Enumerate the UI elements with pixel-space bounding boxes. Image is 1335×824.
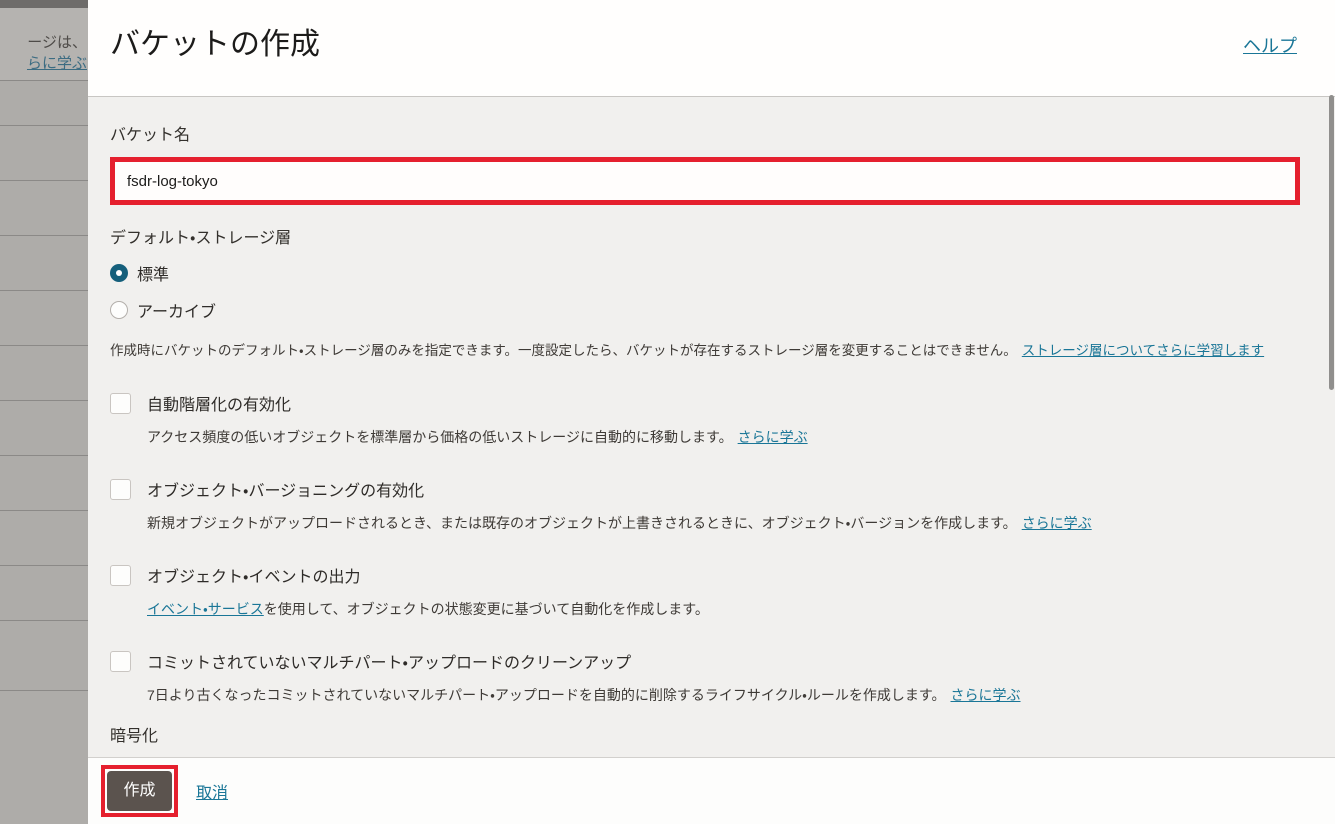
create-button[interactable]: 作成 <box>107 771 172 811</box>
learn-more-link[interactable]: さらに学ぶ <box>951 687 1021 703</box>
checkbox-unchecked-icon[interactable] <box>110 651 131 672</box>
storage-tier-description: 作成時にバケットのデフォルト・ストレージ層のみを指定できます。一度設定したら、バ… <box>110 340 1300 361</box>
bucket-name-annotation-box <box>110 157 1300 205</box>
multipart-cleanup-checkbox-row[interactable]: コミットされていないマルチパート・アップロードのクリーンアップ <box>110 649 631 673</box>
auto-tiering-group: 自動階層化の有効化 アクセス頻度の低いオブジェクトを標準層から価格の低いストレー… <box>110 391 1300 447</box>
object-versioning-group: オブジェクト・バージョニングの有効化 新規オブジェクトがアップロードされるとき、… <box>110 477 1300 533</box>
storage-tier-option-standard[interactable]: 標準 <box>110 261 169 285</box>
create-button-annotation-box: 作成 <box>101 765 178 817</box>
bucket-name-input[interactable] <box>115 173 1295 190</box>
radio-unselected-icon[interactable] <box>110 301 128 319</box>
checkbox-unchecked-icon[interactable] <box>110 565 131 586</box>
storage-tier-description-text: 作成時にバケットのデフォルト・ストレージ層のみを指定できます。一度設定したら、バ… <box>110 343 1017 358</box>
multipart-cleanup-description: 7日より古くなったコミットされていないマルチパート・アップロードを自動的に削除す… <box>147 685 1300 705</box>
auto-tiering-description: アクセス頻度の低いオブジェクトを標準層から価格の低いストレージに自動的に移動しま… <box>147 427 1300 447</box>
background-partial-text: ージは、 <box>27 31 87 52</box>
vertical-scrollbar-thumb[interactable] <box>1329 95 1334 390</box>
radio-label: 標準 <box>137 261 169 285</box>
create-bucket-panel: バケットの作成 ヘルプ バケット名 デフォルト・ストレージ層 標準 アーカイブ … <box>88 0 1335 824</box>
checkbox-unchecked-icon[interactable] <box>110 393 131 414</box>
dimmed-table-row <box>0 620 88 675</box>
description-text: 7日より古くなったコミットされていないマルチパート・アップロードを自動的に削除す… <box>147 687 946 703</box>
dimmed-table-row <box>0 125 88 180</box>
panel-footer: 作成 取消 <box>88 757 1335 824</box>
checkbox-unchecked-icon[interactable] <box>110 479 131 500</box>
radio-label: アーカイブ <box>137 298 216 322</box>
storage-tier-learn-more-link[interactable]: ストレージ層についてさらに学習します <box>1022 343 1264 358</box>
dimmed-table-row <box>0 235 88 290</box>
dimmed-table-row <box>0 290 88 345</box>
description-text: 新規オブジェクトがアップロードされるとき、または既存のオブジェクトが上書きされる… <box>147 515 1017 531</box>
help-link[interactable]: ヘルプ <box>1243 32 1297 58</box>
dimmed-table-row <box>0 400 88 455</box>
dimmed-table <box>0 80 88 690</box>
storage-tier-label: デフォルト・ストレージ層 <box>110 224 1300 248</box>
dimmed-table-row <box>0 455 88 510</box>
dimmed-table-row <box>0 345 88 400</box>
events-service-link[interactable]: イベント・サービス <box>147 601 264 617</box>
dimmed-table-footer <box>0 690 88 824</box>
object-events-description: イベント・サービスを使用して、オブジェクトの状態変更に基づいて自動化を作成します… <box>147 599 1300 619</box>
page-title: バケットの作成 <box>110 19 320 63</box>
multipart-cleanup-group: コミットされていないマルチパート・アップロードのクリーンアップ 7日より古くなっ… <box>110 649 1300 705</box>
learn-more-link[interactable]: さらに学ぶ <box>738 429 808 445</box>
dimmed-table-row <box>0 80 88 125</box>
learn-more-link[interactable]: さらに学ぶ <box>1022 515 1092 531</box>
checkbox-label: オブジェクト・イベントの出力 <box>147 563 360 587</box>
dimmed-table-row <box>0 565 88 620</box>
dimmed-table-row <box>0 180 88 235</box>
object-versioning-description: 新規オブジェクトがアップロードされるとき、または既存のオブジェクトが上書きされる… <box>147 513 1300 533</box>
encryption-label: 暗号化 <box>110 722 1300 746</box>
panel-body: バケット名 デフォルト・ストレージ層 標準 アーカイブ 作成時にバケットのデフォ… <box>88 97 1335 757</box>
auto-tiering-checkbox-row[interactable]: 自動階層化の有効化 <box>110 391 291 415</box>
checkbox-label: オブジェクト・バージョニングの有効化 <box>147 477 424 501</box>
object-events-checkbox-row[interactable]: オブジェクト・イベントの出力 <box>110 563 360 587</box>
checkbox-label: 自動階層化の有効化 <box>147 391 291 415</box>
storage-tier-option-archive[interactable]: アーカイブ <box>110 298 216 322</box>
bucket-name-label: バケット名 <box>110 121 1300 145</box>
object-versioning-checkbox-row[interactable]: オブジェクト・バージョニングの有効化 <box>110 477 424 501</box>
checkbox-label: コミットされていないマルチパート・アップロードのクリーンアップ <box>147 649 631 673</box>
object-events-group: オブジェクト・イベントの出力 イベント・サービスを使用して、オブジェクトの状態変… <box>110 563 1300 619</box>
dimmed-page-banner <box>0 0 88 8</box>
description-text: を使用して、オブジェクトの状態変更に基づいて自動化を作成します。 <box>264 601 709 617</box>
panel-header: バケットの作成 ヘルプ <box>88 0 1335 97</box>
dimmed-background: ージは、 らに学ぶ <box>0 0 88 824</box>
dimmed-table-row <box>0 510 88 565</box>
background-partial-learn-link: らに学ぶ <box>27 52 87 73</box>
description-text: アクセス頻度の低いオブジェクトを標準層から価格の低いストレージに自動的に移動しま… <box>147 429 733 445</box>
cancel-link[interactable]: 取消 <box>196 779 228 803</box>
radio-selected-icon[interactable] <box>110 264 128 282</box>
